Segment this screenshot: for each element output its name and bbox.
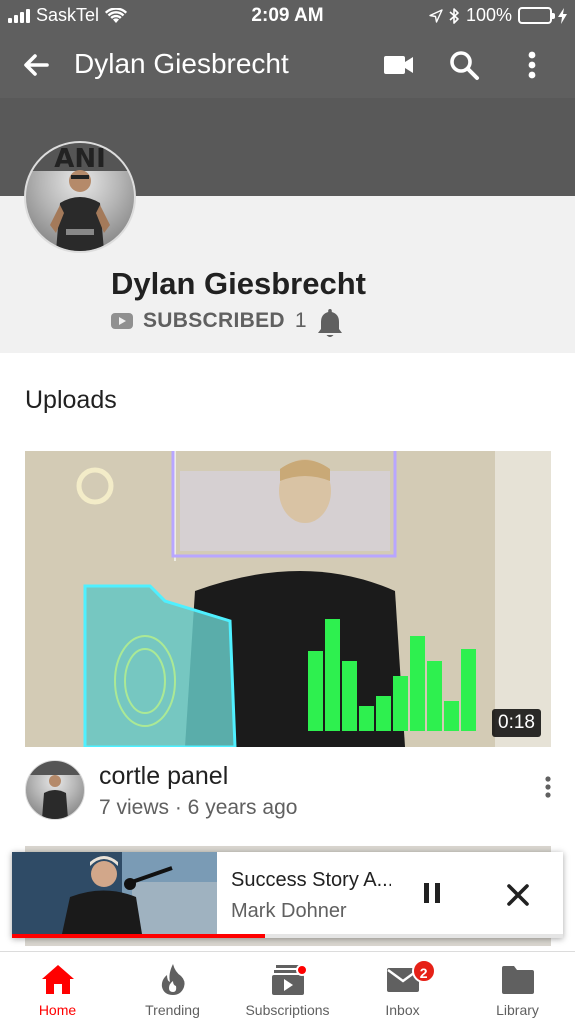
bottom-nav: Home Trending Subscriptions 2 Inbox Libr… (0, 951, 575, 1024)
nav-label-inbox: Inbox (385, 1002, 420, 1018)
video-channel-avatar[interactable] (25, 760, 85, 820)
flame-icon (161, 964, 185, 995)
nav-item-subscriptions[interactable]: Subscriptions (230, 952, 345, 1024)
status-bar: SaskTel 2:09 AM 100% (0, 0, 575, 32)
bluetooth-icon (449, 7, 459, 24)
app-bar: Dylan Giesbrecht (0, 32, 575, 98)
nav-label-trending: Trending (145, 1002, 200, 1018)
subscriber-count: 1 (294, 309, 307, 332)
mini-player-channel: Mark Dohner (231, 900, 347, 922)
folder-icon (501, 966, 534, 994)
mini-player-title: Success Story A... (231, 869, 391, 891)
battery-icon (518, 7, 555, 24)
video-more-icon[interactable] (540, 773, 556, 801)
more-vert-icon[interactable] (514, 47, 550, 83)
back-arrow-icon[interactable] (18, 47, 54, 83)
subscribe-row: SUBSCRIBED 1 (111, 309, 307, 333)
inbox-badge: 2 (411, 959, 436, 983)
youtube-icon (111, 313, 133, 329)
charging-bolt-icon (558, 7, 567, 24)
nav-item-inbox[interactable]: 2 Inbox (345, 952, 460, 1024)
nav-item-home[interactable]: Home (0, 952, 115, 1024)
search-icon[interactable] (446, 47, 482, 83)
video-thumbnail-image (25, 451, 551, 747)
uploads-heading: Uploads (25, 386, 117, 414)
home-icon (41, 965, 74, 994)
mini-player[interactable]: Success Story A... Mark Dohner (12, 852, 563, 938)
nav-label-home: Home (38, 1002, 77, 1018)
video-title[interactable]: cortle panel (99, 762, 228, 791)
nav-item-trending[interactable]: Trending (115, 952, 230, 1024)
nav-item-library[interactable]: Library (460, 952, 575, 1024)
channel-avatar-image: ANI (26, 143, 134, 251)
svg-text:ANI: ANI (54, 144, 106, 174)
video-meta: 7 views · 6 years ago (99, 796, 298, 819)
video-channel-avatar-image (26, 761, 84, 819)
mini-player-progress-track (12, 934, 563, 938)
nav-label-subscriptions: Subscriptions (245, 1002, 330, 1018)
close-icon[interactable] (505, 882, 531, 908)
subscribed-button[interactable]: SUBSCRIBED (143, 309, 285, 333)
mini-player-progress (12, 934, 266, 938)
channel-name: Dylan Giesbrecht (111, 266, 366, 301)
mini-player-thumbnail-image (12, 852, 217, 934)
video-thumbnail[interactable]: 0:18 (25, 451, 551, 747)
location-arrow-icon (429, 8, 443, 23)
subscriptions-new-dot (295, 964, 308, 976)
video-duration: 0:18 (492, 709, 541, 737)
channel-avatar[interactable]: ANI (24, 141, 136, 253)
app-bar-title: Dylan Giesbrecht (74, 48, 289, 79)
nav-label-library: Library (496, 1002, 539, 1018)
bell-icon[interactable] (315, 307, 345, 339)
mini-player-thumbnail[interactable] (12, 852, 217, 934)
battery-percent: 100% (465, 5, 512, 25)
status-right: 100% (429, 5, 567, 26)
video-camera-icon[interactable] (381, 47, 417, 83)
pause-icon[interactable] (419, 880, 445, 906)
